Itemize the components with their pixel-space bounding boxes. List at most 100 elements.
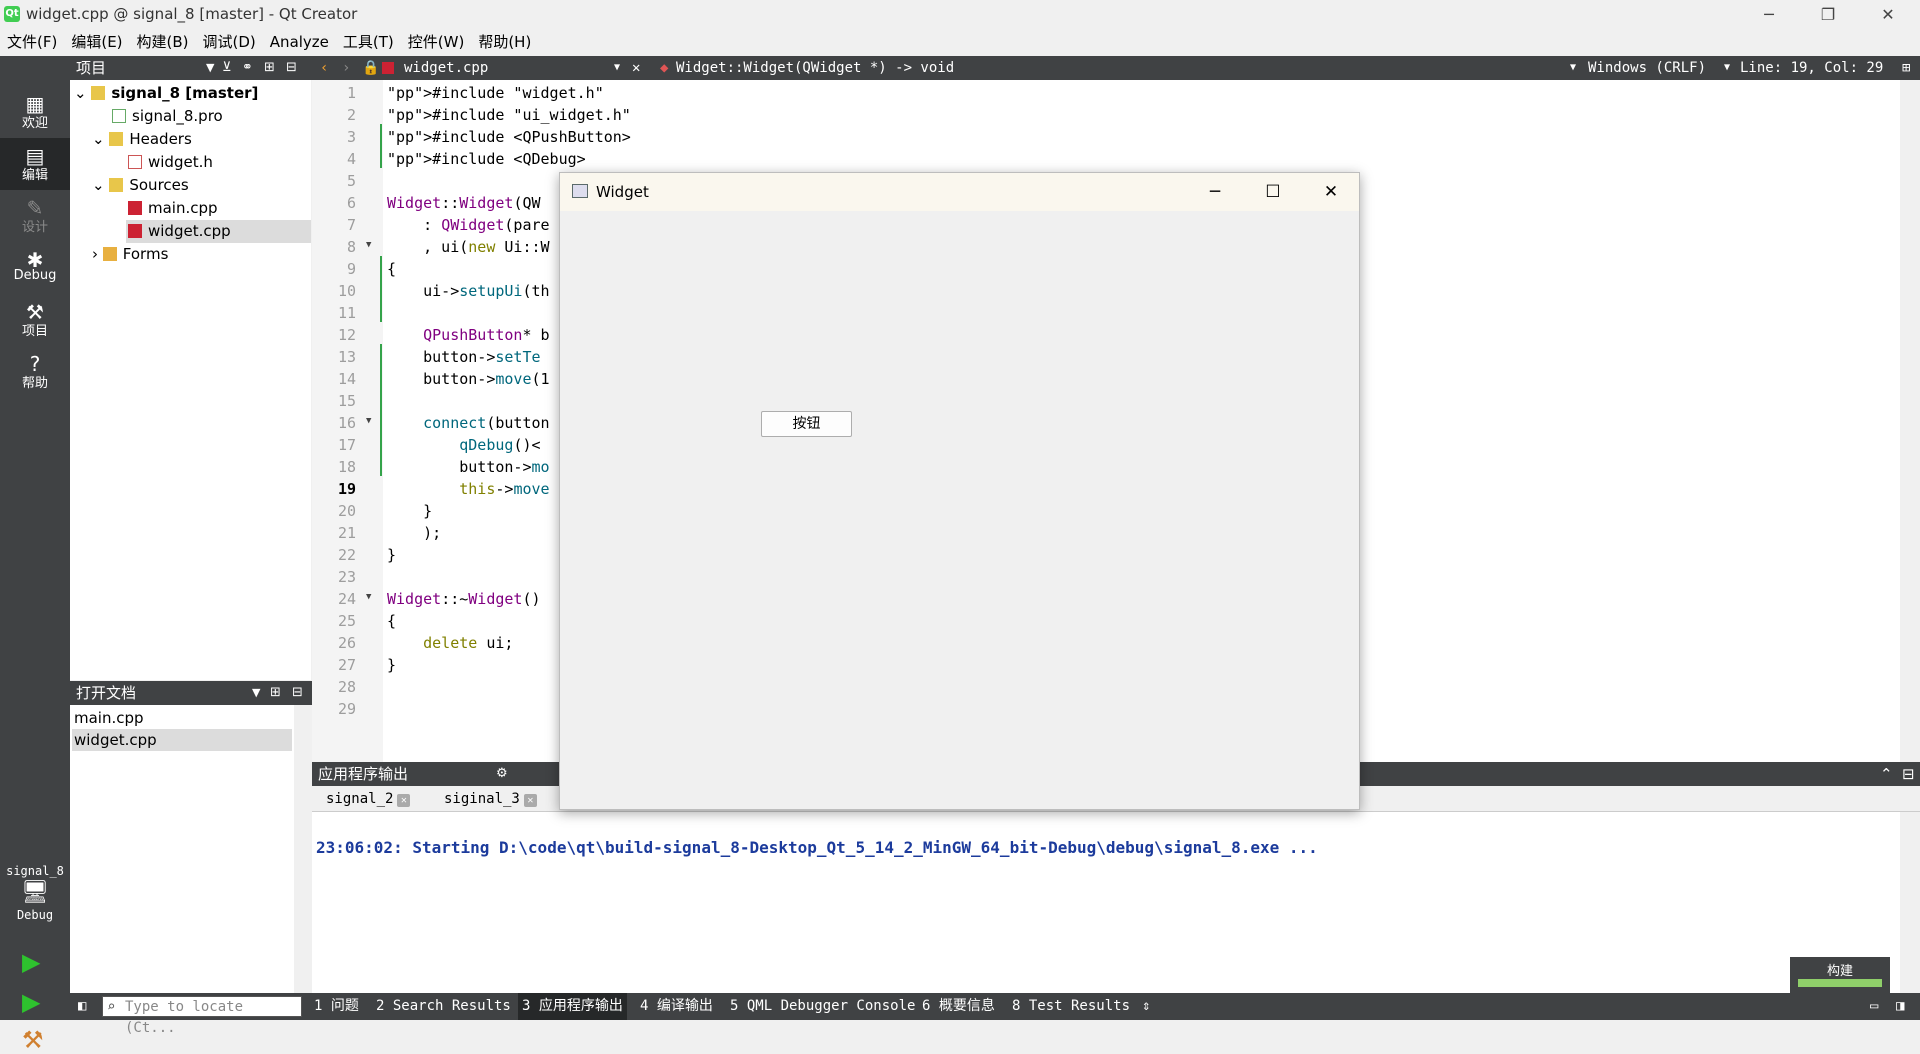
symbol-selector[interactable]: Widget::Widget(QWidget *) -> void [676,56,954,80]
editor-scrollbar[interactable] [1900,80,1920,762]
restore-button[interactable]: ❐ [1800,0,1856,29]
pane-search-results[interactable]: 2 Search Results [376,993,511,1020]
menu-file[interactable]: 文件(F) [0,29,64,56]
filter-icon[interactable]: ⊻ [222,56,232,80]
maximize-pane-icon[interactable]: ⌃ [1880,762,1893,786]
split-icon[interactable]: ⊞ [264,56,275,80]
widget-window[interactable]: Widget ─ ☐ ✕ 按钮 [559,172,1360,810]
widget-close-button[interactable]: ✕ [1302,173,1360,211]
fold-marker-icon[interactable]: ▼ [366,416,371,426]
close-file-icon[interactable]: ✕ [632,56,640,80]
back-icon[interactable]: ‹ [320,56,328,80]
menu-debug[interactable]: 调试(D) [196,29,263,56]
pane-general-messages[interactable]: 6 概要信息 [922,993,995,1020]
tree-item-pro[interactable]: signal_8.pro [112,105,223,128]
mode-help[interactable]: ? 帮助 [0,346,70,398]
mode-projects[interactable]: ⚒ 项目 [0,294,70,346]
line-number: 23 [337,568,356,586]
line-number: 29 [337,700,356,718]
split-icon[interactable]: ⊞ [1902,56,1910,80]
dropdown-icon[interactable]: ▼ [1724,56,1730,80]
link-icon[interactable]: ⚭ [242,56,253,80]
output-scrollbar[interactable] [1900,812,1920,993]
symbol-icon: ◆ [660,60,669,76]
open-doc-main-cpp[interactable]: main.cpp [72,707,292,729]
pane-app-output[interactable]: 3 应用程序输出 [518,993,627,1020]
file-dropdown-icon[interactable]: ▼ [614,56,620,80]
forward-icon[interactable]: › [342,56,350,80]
mode-edit[interactable]: ▤ 编辑 [0,138,70,190]
mode-design[interactable]: ✎ 设计 [0,190,70,242]
pane-test-results[interactable]: 8 Test Results [1012,993,1130,1020]
editor-file-name[interactable]: widget.cpp [404,56,488,80]
window-title: widget.cpp @ signal_8 [master] - Qt Crea… [26,5,358,23]
pane-issues[interactable]: 1 问题 [314,993,359,1020]
menu-help[interactable]: 帮助(H) [471,29,538,56]
output-settings-icon[interactable]: ⚙ [496,762,508,786]
pane-compile-output[interactable]: 4 编译输出 [640,993,713,1020]
more-panes-icon[interactable]: ⇕ [1142,993,1150,1020]
toggle-right-sidebar-icon[interactable]: ◨ [1896,993,1904,1020]
header-file-icon [128,155,142,169]
push-button[interactable]: 按钮 [761,411,852,437]
close-pane-icon[interactable]: ⊟ [292,681,303,705]
tree-item-widget-h[interactable]: widget.h [128,151,213,174]
dropdown-icon[interactable]: ▼ [252,681,260,705]
toggle-output-icon[interactable]: ▭ [1870,993,1878,1020]
widget-maximize-button[interactable]: ☐ [1244,173,1302,211]
locate-input[interactable]: ⌕ Type to locate (Ct... [102,996,302,1036]
minimize-button[interactable]: ─ [1741,0,1797,29]
output-panel[interactable]: 23:06:02: Starting D:\code\qt\build-sign… [312,812,1920,993]
tree-item-headers[interactable]: ⌄ Headers [92,128,192,151]
close-tab-icon[interactable]: ✕ [523,794,537,807]
menu-build[interactable]: 构建(B) [130,29,196,56]
fold-marker-icon[interactable]: ▼ [366,592,371,602]
open-doc-widget-cpp[interactable]: widget.cpp [72,729,292,751]
pane-qml-console[interactable]: 5 QML Debugger Console [730,993,915,1020]
debug-run-button[interactable]: ▶ [22,988,40,1016]
menu-widgets[interactable]: 控件(W) [401,29,472,56]
collapse-icon[interactable]: ⌄ [92,130,105,148]
tree-item-forms[interactable]: › Forms [92,243,168,266]
code-line: } [387,546,397,564]
line-number: 11 [337,304,356,322]
tree-item-signal_8[interactable]: ⌄ signal_8 [master] [74,82,258,105]
close-pane-icon[interactable]: ⊟ [286,56,297,80]
mode-sidebar: ▦ 欢迎 ▤ 编辑 ✎ 设计 ✱ Debug ⚒ 项目 ? 帮助 signal_8 🖥 De… [0,56,70,1054]
fold-marker-icon[interactable]: ▼ [366,240,371,250]
line-number: 26 [337,634,356,652]
toggle-sidebar-icon[interactable]: ◧ [78,993,86,1020]
widget-title-bar: Widget ─ ☐ ✕ [560,173,1359,211]
close-button[interactable]: ✕ [1860,0,1916,29]
split-icon[interactable]: ⊞ [270,681,281,705]
expand-icon[interactable]: › [92,245,98,263]
output-tab-siginal_3[interactable]: siginal_3 ✕ [436,788,545,810]
code-line: ui->setupUi(th [387,282,550,300]
close-pane-icon[interactable]: ⊟ [1902,762,1915,786]
tree-item-widget-cpp[interactable]: widget.cpp [126,220,311,243]
qt-logo-icon: Qt [4,6,20,22]
line-number: 27 [337,656,356,674]
widget-minimize-button[interactable]: ─ [1186,173,1244,211]
project-folder-icon [91,86,106,100]
menu-edit[interactable]: 编辑(E) [64,29,129,56]
run-button[interactable]: ▶ [22,948,40,976]
mode-debug[interactable]: ✱ Debug [0,242,70,294]
tree-item-sources[interactable]: ⌄ Sources [92,174,189,197]
menu-tools[interactable]: 工具(T) [336,29,401,56]
output-tab-signal_2[interactable]: signal_2 ✕ [318,788,418,810]
dropdown-icon[interactable]: ▼ [1570,56,1576,80]
close-tab-icon[interactable]: ✕ [397,794,411,807]
kit-selector[interactable]: signal_8 🖥 Debug [0,864,70,922]
cursor-position[interactable]: Line: 19, Col: 29 [1740,56,1883,80]
collapse-icon[interactable]: ⌄ [74,84,87,102]
mode-welcome[interactable]: ▦ 欢迎 [0,86,70,138]
build-hammer-button[interactable]: ⚒ [22,1026,44,1054]
menu-analyze[interactable]: Analyze [263,29,336,56]
encoding-selector[interactable]: Windows (CRLF) [1588,56,1706,80]
dropdown-icon[interactable]: ▼ [206,56,214,80]
open-docs-scrollbar[interactable] [294,705,312,993]
collapse-icon[interactable]: ⌄ [92,176,105,194]
code-line: "pp">#include <QDebug> [387,150,586,168]
tree-item-main-cpp[interactable]: main.cpp [128,197,218,220]
